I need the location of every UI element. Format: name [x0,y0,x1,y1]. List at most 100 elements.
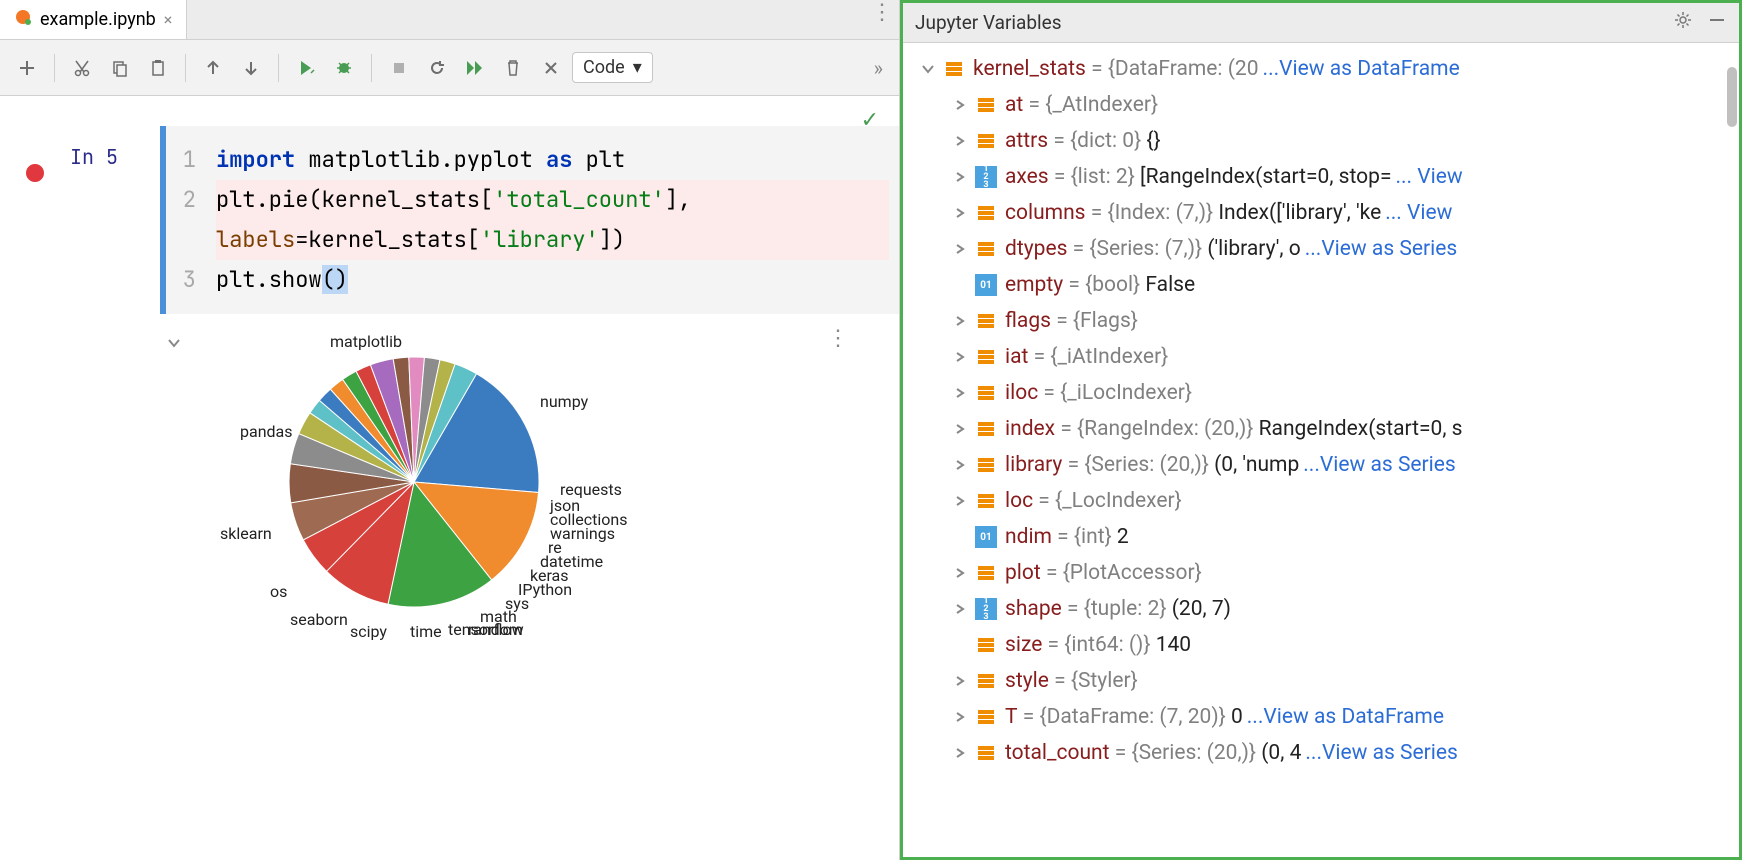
var-row[interactable]: index = {RangeIndex: (20,)} RangeIndex(s… [907,411,1739,447]
var-row[interactable]: at = {_AtIndexer} [907,87,1739,123]
expander-icon[interactable] [949,747,971,759]
var-row[interactable]: 123shape = {tuple: 2} (20, 7) [907,591,1739,627]
gear-icon[interactable] [1673,10,1693,35]
view-as-link[interactable]: ... View [1385,201,1452,225]
var-row[interactable]: loc = {_LocIndexer} [907,483,1739,519]
expander-icon[interactable] [949,567,971,579]
var-row[interactable]: plot = {PlotAccessor} [907,555,1739,591]
vars-body[interactable]: kernel_stats = {DataFrame: (20 ...View a… [903,43,1739,857]
df-icon [975,130,997,152]
chevron-down-icon: ▾ [633,57,642,78]
pie-chart: matplotlibnumpypandasrequestsjsoncollect… [200,332,620,642]
expander-icon[interactable] [949,315,971,327]
delete-button[interactable] [496,51,530,85]
run-button[interactable] [289,51,323,85]
collapse-output-icon[interactable] [166,332,182,356]
expander-icon[interactable] [949,675,971,687]
expander-icon[interactable] [949,495,971,507]
var-row[interactable]: iloc = {_iLocIndexer} [907,375,1739,411]
view-as-link[interactable]: ...View as Series [1305,237,1458,261]
expander-icon[interactable] [949,711,971,723]
var-name: ndim [1005,525,1052,549]
expander-icon[interactable] [949,423,971,435]
view-as-link[interactable]: ...View as DataFrame [1263,57,1460,81]
var-row[interactable]: library = {Series: (20,)} (0, 'nump...Vi… [907,447,1739,483]
expander-icon[interactable] [949,171,971,183]
var-row[interactable]: iat = {_iAtIndexer} [907,339,1739,375]
var-row[interactable]: 01empty = {bool} False [907,267,1739,303]
view-as-link[interactable]: ...View as DataFrame [1247,705,1444,729]
var-value [1158,93,1163,117]
expander-icon[interactable] [949,207,971,219]
var-type: = {_iLocIndexer} [1038,381,1192,405]
var-type: = {DataFrame: (20 [1086,57,1259,81]
df-icon [975,94,997,116]
df-icon [975,418,997,440]
clear-button[interactable] [534,51,568,85]
var-row[interactable]: flags = {Flags} [907,303,1739,339]
restart-button[interactable] [420,51,454,85]
code-block[interactable]: 12 3 import matplotlib.pyplot as pltplt.… [160,126,899,314]
pie-label: pandas [240,422,293,441]
debug-button[interactable] [327,51,361,85]
cut-button[interactable] [65,51,99,85]
var-row[interactable]: 123axes = {list: 2} [RangeIndex(start=0,… [907,159,1739,195]
var-name: empty [1005,273,1063,297]
view-as-link[interactable]: ... View [1395,165,1462,189]
df-icon [975,238,997,260]
code-content[interactable]: import matplotlib.pyplot as pltplt.pie(k… [206,126,899,314]
pie-label: scipy [350,622,387,641]
var-row[interactable]: 01ndim = {int} 2 [907,519,1739,555]
jupyter-variables-panel: Jupyter Variables kernel_stats = {DataFr… [900,0,1742,860]
run-all-button[interactable] [458,51,492,85]
var-type: = {Series: (20,)} [1062,453,1209,477]
expander-icon[interactable] [949,603,971,615]
var-value [1168,345,1173,369]
file-tab[interactable]: example.ipynb × [0,0,187,39]
var-type: = {Series: (7,)} [1067,237,1202,261]
var-row[interactable]: style = {Styler} [907,663,1739,699]
cell-prompt: In 5 [70,126,160,314]
add-cell-button[interactable] [10,51,44,85]
expander-icon[interactable] [949,99,971,111]
view-as-link[interactable]: ...View as Series [1303,453,1456,477]
var-value: (0, 'nump [1209,453,1299,477]
expander-icon[interactable] [949,351,971,363]
stop-button[interactable] [382,51,416,85]
close-icon[interactable]: × [164,10,173,29]
cell-type-select[interactable]: Code ▾ [572,52,653,83]
df-icon [975,562,997,584]
minimize-icon[interactable] [1707,10,1727,35]
output-more-icon[interactable]: ⋮ [827,326,849,351]
code-cell[interactable]: In 5 12 3 import matplotlib.pyplot as pl… [0,126,899,314]
var-row[interactable]: total_count = {Series: (20,)} (0, 4...Vi… [907,735,1739,771]
expander-icon[interactable] [949,135,971,147]
expander-icon[interactable] [949,459,971,471]
df-icon [975,670,997,692]
view-as-link[interactable]: ...View as Series [1305,741,1458,765]
var-name: attrs [1005,129,1048,153]
var-row[interactable]: T = {DataFrame: (7, 20)} 0...View as Dat… [907,699,1739,735]
breakpoint-icon[interactable] [26,164,44,182]
var-root[interactable]: kernel_stats = {DataFrame: (20 ...View a… [907,51,1739,87]
var-row[interactable]: dtypes = {Series: (7,)} ('library', o...… [907,231,1739,267]
scrollbar-thumb[interactable] [1727,67,1737,127]
var-row[interactable]: attrs = {dict: 0} {} [907,123,1739,159]
paste-button[interactable] [141,51,175,85]
var-row[interactable]: size = {int64: ()} 140 [907,627,1739,663]
var-value: 140 [1150,633,1191,657]
var-type: = {int64: ()} [1042,633,1150,657]
var-value [1182,489,1187,513]
var-row[interactable]: columns = {Index: (7,)} Index(['library'… [907,195,1739,231]
move-up-button[interactable] [196,51,230,85]
move-down-button[interactable] [234,51,268,85]
expander-icon[interactable] [917,62,939,76]
expander-icon[interactable] [949,387,971,399]
tab-more-icon[interactable]: ⋮ [865,0,899,39]
var-value [1138,309,1143,333]
expander-icon[interactable] [949,243,971,255]
prim-icon: 01 [975,274,997,296]
var-name: total_count [1005,741,1110,765]
copy-button[interactable] [103,51,137,85]
toolbar-overflow-icon[interactable]: » [868,56,889,80]
